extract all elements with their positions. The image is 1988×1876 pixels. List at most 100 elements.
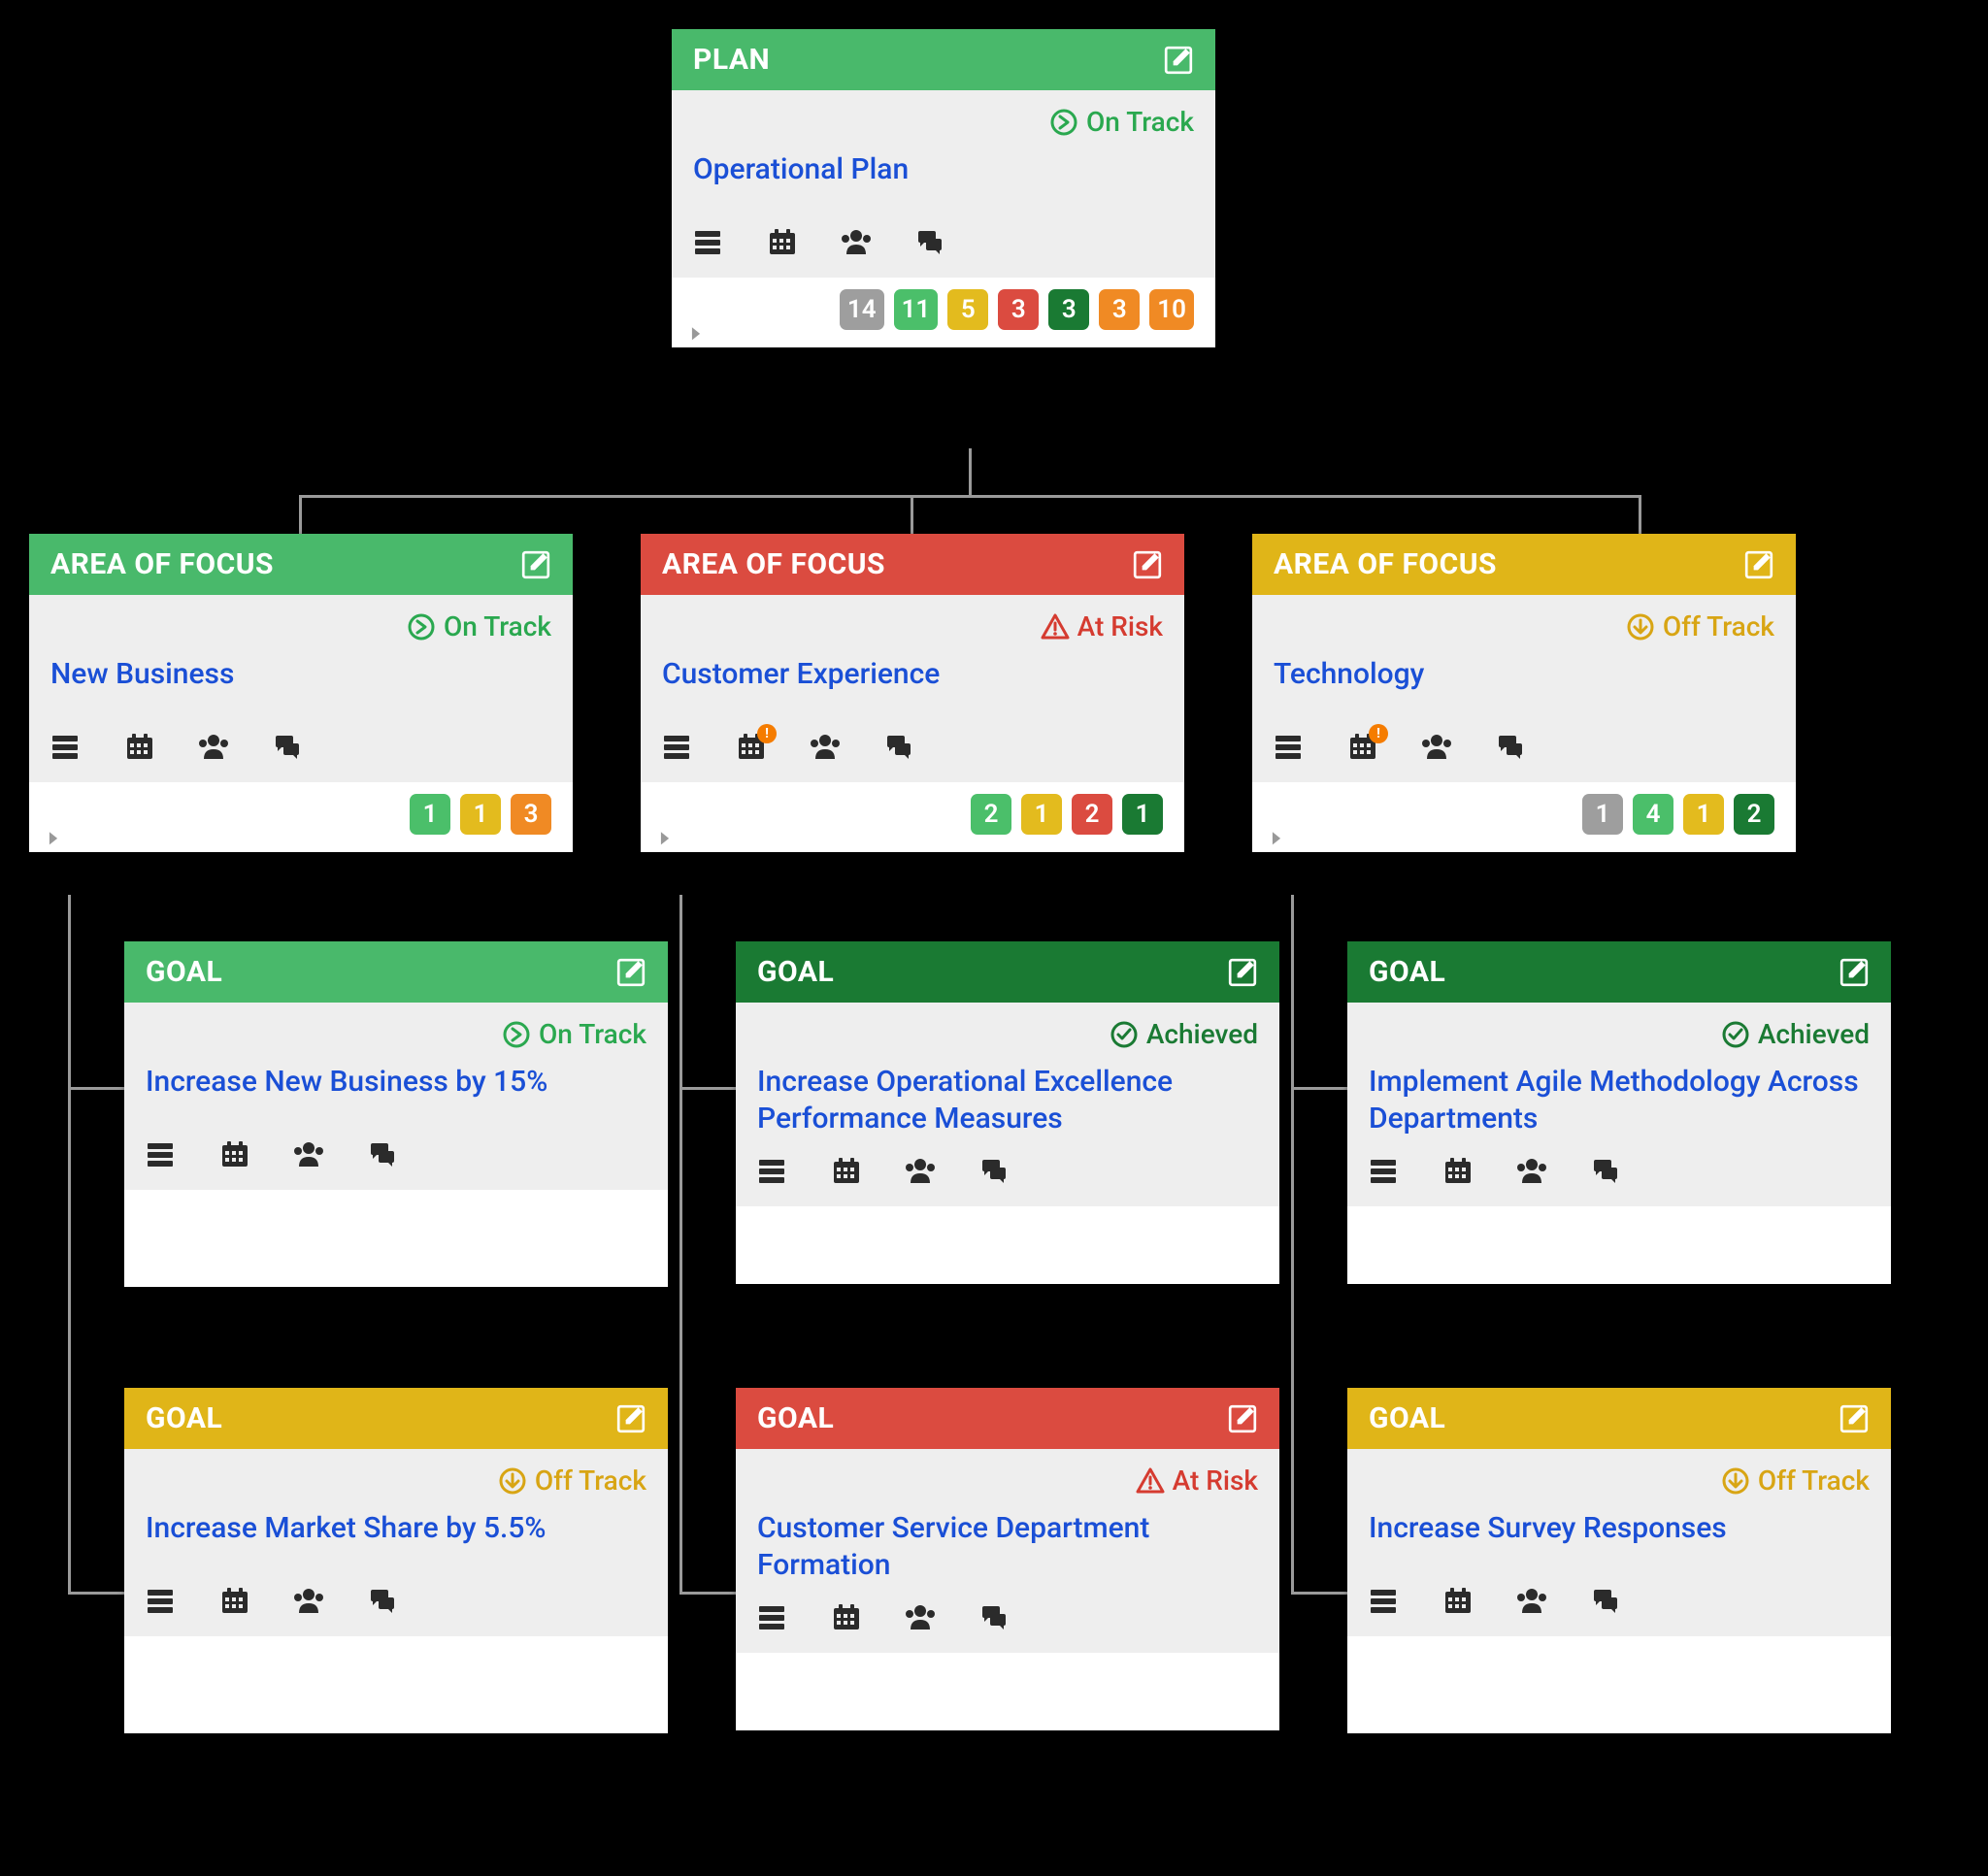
server-icon[interactable] xyxy=(1369,1586,1400,1617)
count-badge[interactable]: 1 xyxy=(410,794,450,835)
count-badge[interactable]: 3 xyxy=(511,794,551,835)
count-badge[interactable]: 3 xyxy=(1048,289,1089,330)
server-icon[interactable] xyxy=(757,1602,788,1633)
edit-icon[interactable] xyxy=(615,1403,646,1434)
calendar-icon[interactable] xyxy=(124,732,155,763)
card-title-link[interactable]: Implement Agile Methodology Across Depar… xyxy=(1369,1064,1870,1136)
count-badge[interactable]: 3 xyxy=(998,289,1039,330)
server-icon[interactable] xyxy=(757,1156,788,1187)
comments-icon[interactable] xyxy=(978,1156,1010,1187)
card-header: AREA OF FOCUS xyxy=(29,534,573,595)
people-icon[interactable] xyxy=(1421,732,1452,763)
people-icon[interactable] xyxy=(198,732,229,763)
edit-icon[interactable] xyxy=(520,549,551,580)
people-icon[interactable] xyxy=(905,1602,936,1633)
calendar-icon[interactable] xyxy=(219,1586,250,1617)
area-card: AREA OF FOCUS Off Track Technology ! 1 4… xyxy=(1252,534,1796,852)
card-header: GOAL xyxy=(1347,941,1891,1003)
arrow-down-circle-icon xyxy=(1721,1466,1750,1496)
edit-icon[interactable] xyxy=(1132,549,1163,580)
comments-icon[interactable] xyxy=(914,227,945,258)
goal-card: GOAL Achieved Implement Agile Methodolog… xyxy=(1347,941,1891,1284)
edit-icon[interactable] xyxy=(1743,549,1774,580)
card-title-link[interactable]: Increase Operational Excellence Performa… xyxy=(757,1064,1258,1136)
status-text: On Track xyxy=(444,610,551,642)
edit-icon[interactable] xyxy=(1163,45,1194,76)
calendar-icon[interactable] xyxy=(831,1156,862,1187)
icon-row xyxy=(693,227,1194,272)
people-icon[interactable] xyxy=(841,227,872,258)
calendar-icon[interactable] xyxy=(219,1139,250,1170)
count-badge[interactable]: 5 xyxy=(947,289,988,330)
count-badge[interactable]: 1 xyxy=(460,794,501,835)
edit-icon[interactable] xyxy=(1839,1403,1870,1434)
comments-icon[interactable] xyxy=(272,732,303,763)
people-icon[interactable] xyxy=(905,1156,936,1187)
people-icon[interactable] xyxy=(1516,1156,1547,1187)
server-icon[interactable] xyxy=(146,1586,177,1617)
people-icon[interactable] xyxy=(810,732,841,763)
people-icon[interactable] xyxy=(293,1586,324,1617)
people-icon[interactable] xyxy=(1516,1586,1547,1617)
card-header: GOAL xyxy=(736,1388,1279,1449)
count-badge[interactable]: 2 xyxy=(1734,794,1774,835)
expand-caret-icon[interactable] xyxy=(45,829,62,846)
icon-row: ! xyxy=(1274,732,1774,776)
count-badge[interactable]: 2 xyxy=(971,794,1011,835)
server-icon[interactable] xyxy=(662,732,693,763)
card-title-link[interactable]: Customer Experience xyxy=(662,656,1163,693)
card-title-link[interactable]: Increase New Business by 15% xyxy=(146,1064,646,1101)
edit-icon[interactable] xyxy=(615,957,646,988)
count-badge[interactable]: 1 xyxy=(1122,794,1163,835)
edit-icon[interactable] xyxy=(1839,957,1870,988)
calendar-icon[interactable] xyxy=(1442,1586,1474,1617)
count-badge[interactable]: 11 xyxy=(894,289,939,330)
connector-line xyxy=(679,895,682,1594)
connector-line xyxy=(679,1087,736,1090)
calendar-icon[interactable]: ! xyxy=(736,732,767,763)
comments-icon[interactable] xyxy=(367,1139,398,1170)
card-title-link[interactable]: Operational Plan xyxy=(693,151,1194,188)
count-badge[interactable]: 3 xyxy=(1099,289,1140,330)
card-footer: 1 4 1 2 xyxy=(1252,782,1796,852)
calendar-icon[interactable] xyxy=(831,1602,862,1633)
comments-icon[interactable] xyxy=(367,1586,398,1617)
card-title-link[interactable]: Technology xyxy=(1274,656,1774,693)
card-title-link[interactable]: Customer Service Department Formation xyxy=(757,1510,1258,1583)
connector-line xyxy=(911,495,913,534)
count-badge[interactable]: 1 xyxy=(1021,794,1062,835)
connector-line xyxy=(1291,895,1294,1594)
edit-icon[interactable] xyxy=(1227,1403,1258,1434)
count-badge[interactable]: 2 xyxy=(1072,794,1112,835)
card-title-link[interactable]: New Business xyxy=(50,656,551,693)
server-icon[interactable] xyxy=(1369,1156,1400,1187)
check-circle-icon xyxy=(1110,1020,1139,1049)
count-badge[interactable]: 1 xyxy=(1582,794,1623,835)
expand-caret-icon[interactable] xyxy=(656,829,674,846)
comments-icon[interactable] xyxy=(1590,1586,1621,1617)
count-badge[interactable]: 14 xyxy=(840,289,884,330)
server-icon[interactable] xyxy=(146,1139,177,1170)
expand-caret-icon[interactable] xyxy=(1268,829,1285,846)
comments-icon[interactable] xyxy=(1590,1156,1621,1187)
server-icon[interactable] xyxy=(50,732,82,763)
expand-caret-icon[interactable] xyxy=(687,324,705,342)
calendar-icon[interactable] xyxy=(1442,1156,1474,1187)
calendar-icon[interactable] xyxy=(767,227,798,258)
count-badge[interactable]: 1 xyxy=(1683,794,1724,835)
card-title-link[interactable]: Increase Survey Responses xyxy=(1369,1510,1870,1547)
comments-icon[interactable] xyxy=(1495,732,1526,763)
server-icon[interactable] xyxy=(1274,732,1305,763)
card-footer xyxy=(124,1190,668,1287)
comments-icon[interactable] xyxy=(978,1602,1010,1633)
calendar-icon[interactable]: ! xyxy=(1347,732,1378,763)
count-badge[interactable]: 10 xyxy=(1149,289,1194,330)
server-icon[interactable] xyxy=(693,227,724,258)
status-indicator: Off Track xyxy=(146,1465,646,1497)
edit-icon[interactable] xyxy=(1227,957,1258,988)
comments-icon[interactable] xyxy=(883,732,914,763)
count-badge[interactable]: 4 xyxy=(1633,794,1673,835)
card-footer xyxy=(736,1653,1279,1730)
people-icon[interactable] xyxy=(293,1139,324,1170)
card-title-link[interactable]: Increase Market Share by 5.5% xyxy=(146,1510,646,1547)
